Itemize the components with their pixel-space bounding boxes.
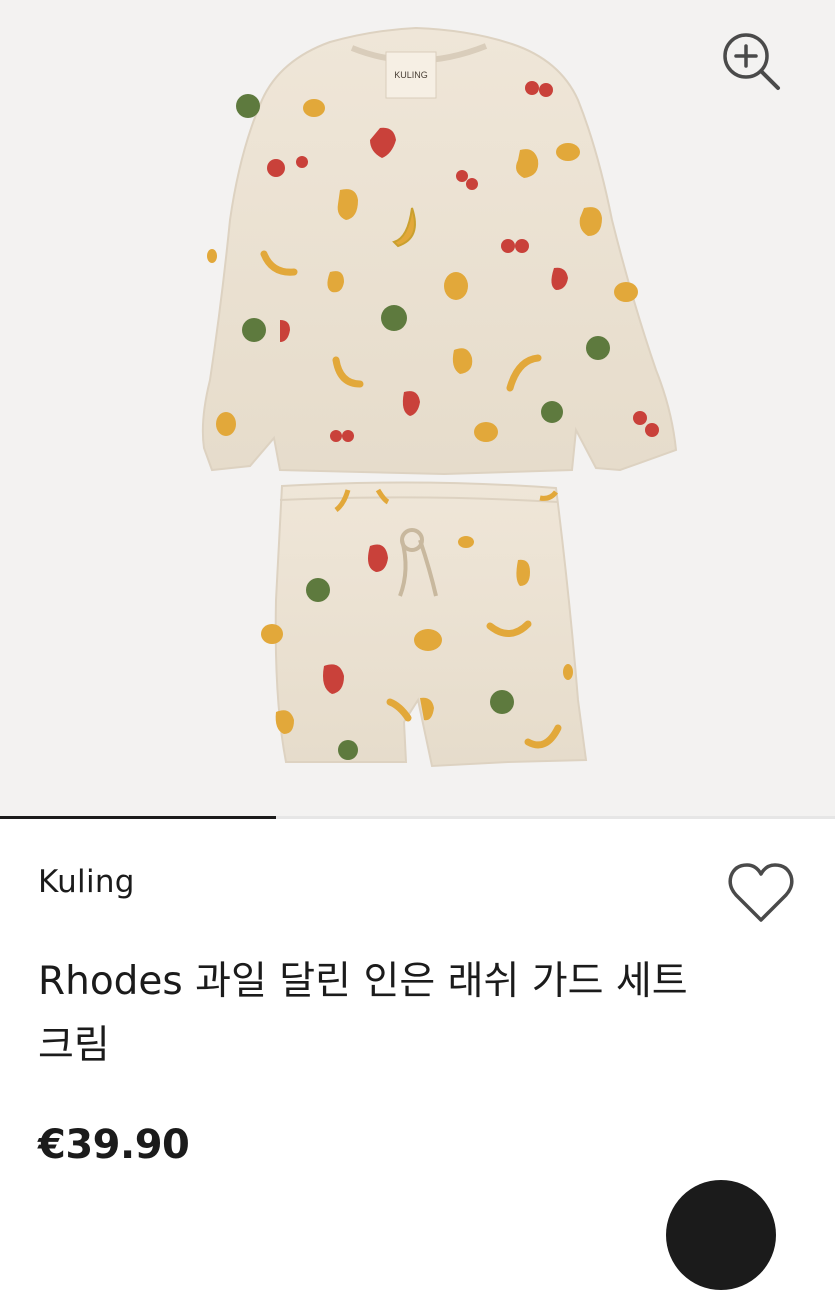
product-price: €39.90 <box>38 1122 190 1168</box>
floating-action-button[interactable] <box>666 1180 776 1290</box>
heart-outline-icon <box>728 863 794 922</box>
brand-name[interactable]: Kuling <box>38 864 135 900</box>
product-title: Rhodes 과일 달린 인은 래쉬 가드 세트 크림 <box>38 959 688 1068</box>
gallery-progress-bar <box>0 816 835 819</box>
wishlist-button[interactable] <box>724 858 798 928</box>
product-image[interactable]: KULING <box>0 0 835 818</box>
zoom-in-icon <box>723 33 780 90</box>
brand-label-text: KULING <box>394 70 428 80</box>
swim-shorts <box>274 481 588 768</box>
gallery-progress-fill <box>0 816 276 819</box>
zoom-button[interactable] <box>716 26 786 96</box>
product-image-gallery[interactable]: KULING <box>0 0 835 818</box>
rash-guard-shirt <box>201 26 678 476</box>
